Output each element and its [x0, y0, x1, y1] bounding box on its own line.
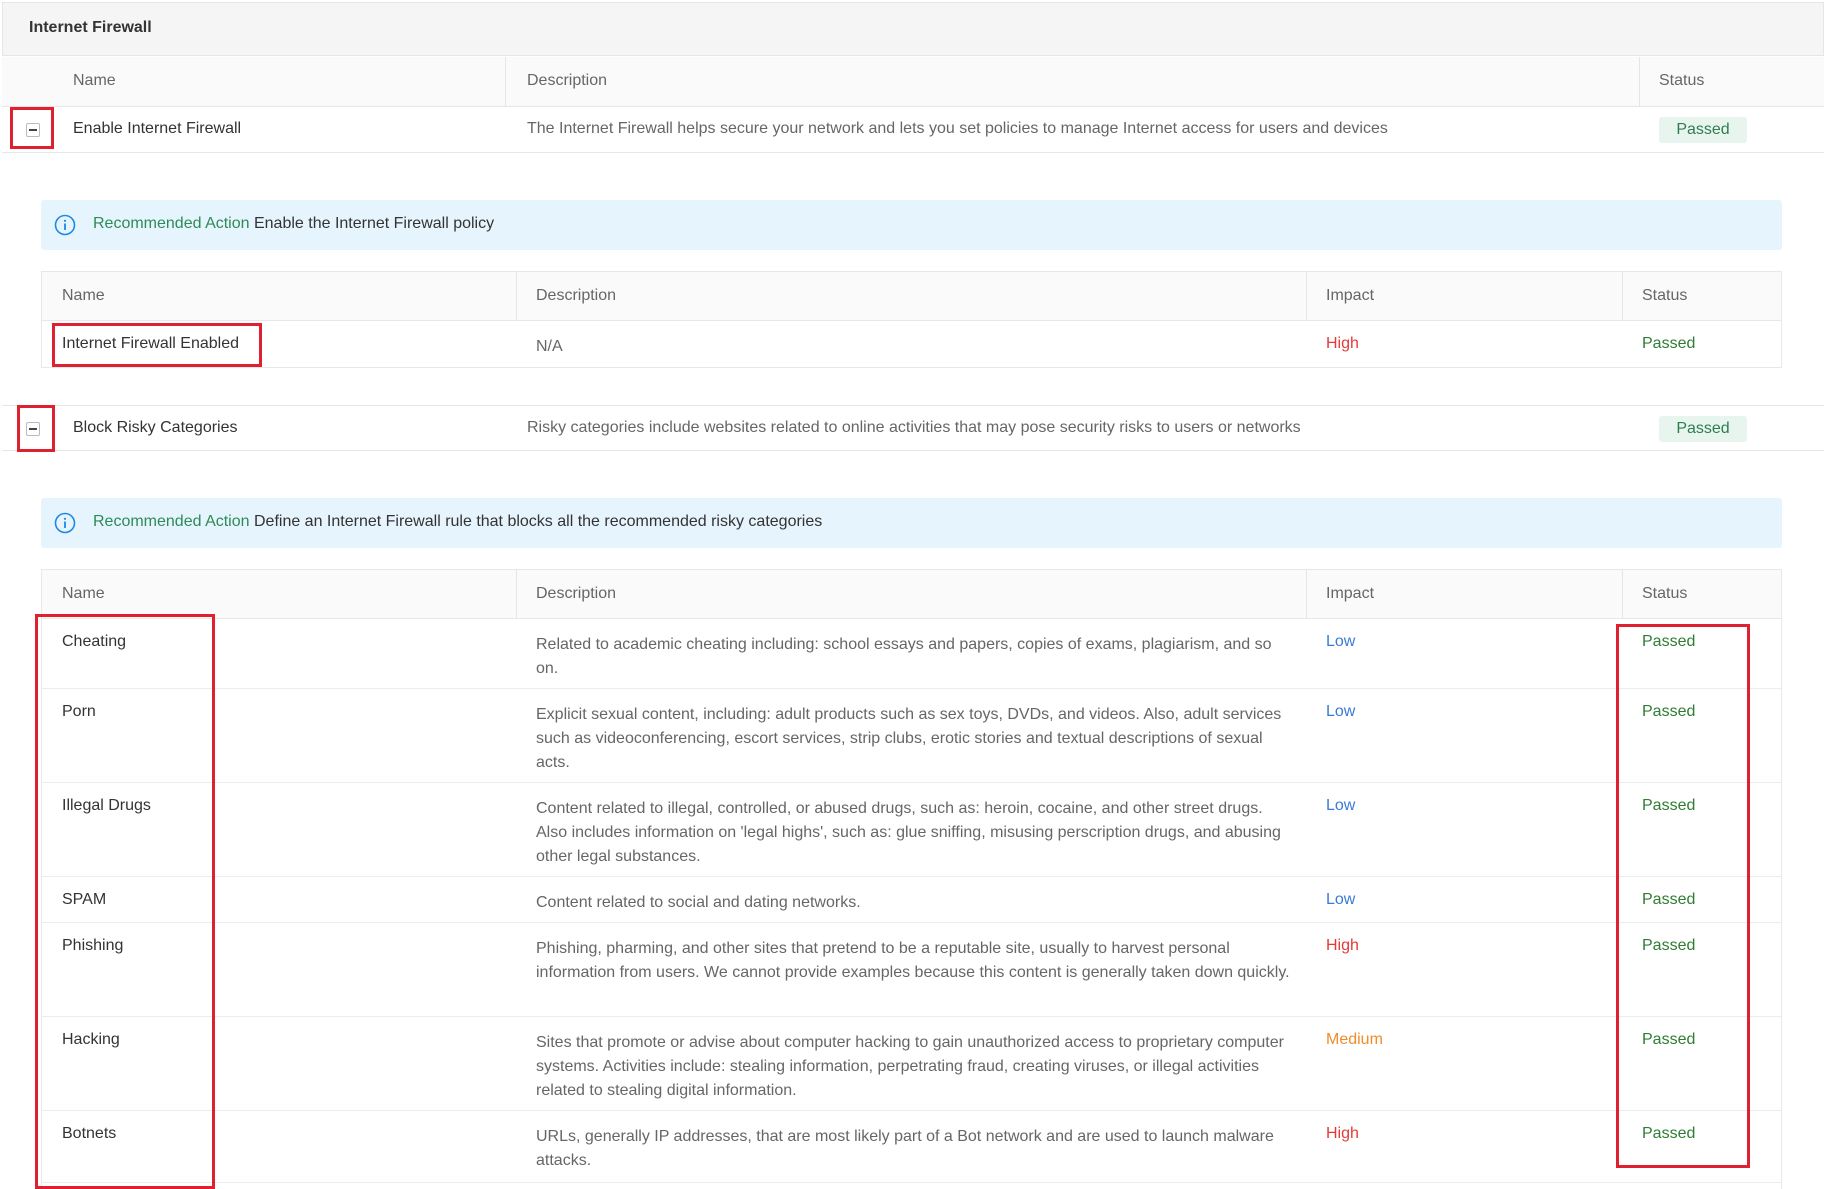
check-description: N/A: [536, 338, 563, 355]
category-impact: Low: [1326, 703, 1356, 720]
section-header: Internet Firewall: [2, 2, 1824, 56]
category-description: Related to academic cheating including: …: [536, 636, 1272, 677]
category-description: Sites that promote or advise about compu…: [536, 1034, 1284, 1099]
info-icon: [54, 214, 76, 236]
category-impact: Low: [1326, 891, 1356, 908]
category-status: Passed: [1642, 1031, 1696, 1048]
recommended-action-banner: Recommended Action Enable the Internet F…: [41, 200, 1782, 250]
header-name: Name: [62, 287, 105, 304]
policy-description: The Internet Firewall helps secure your …: [527, 120, 1388, 137]
table-row: Botnets URLs, generally IP addresses, th…: [42, 1111, 1781, 1183]
recommended-action-banner: Recommended Action Define an Internet Fi…: [41, 498, 1782, 548]
category-description: Content related to illegal, controlled, …: [536, 800, 1281, 865]
category-name: Porn: [62, 703, 96, 720]
policy-name: Block Risky Categories: [73, 419, 238, 436]
table-row: Illegal Drugs Content related to illegal…: [42, 783, 1781, 877]
outer-table-header: Name Description Status: [2, 57, 1824, 107]
column-divider: [516, 272, 517, 320]
header-description: Description: [536, 585, 617, 602]
category-impact: Medium: [1326, 1031, 1383, 1048]
section-title: Internet Firewall: [29, 19, 152, 36]
column-divider: [505, 57, 506, 106]
column-divider: [1639, 57, 1640, 106]
recommended-action-text: Enable the Internet Firewall policy: [253, 215, 495, 232]
column-divider: [516, 570, 517, 618]
header-name: Name: [73, 72, 116, 89]
inner-table-header: Name Description Impact Status: [42, 570, 1781, 619]
category-status: Passed: [1642, 891, 1696, 908]
table-row: Hacking Sites that promote or advise abo…: [42, 1017, 1781, 1111]
category-name: Cheating: [62, 633, 127, 650]
category-name: Phishing: [62, 937, 124, 954]
table-row: Internet Firewall Enabled N/A High Passe…: [42, 321, 1781, 367]
info-icon: [54, 512, 76, 534]
category-status: Passed: [1642, 703, 1696, 720]
category-impact: Low: [1326, 633, 1356, 650]
category-impact: High: [1326, 1125, 1359, 1142]
check-status: Passed: [1642, 335, 1696, 352]
category-status: Passed: [1642, 633, 1696, 650]
table-row: Porn Explicit sexual content, including:…: [42, 689, 1781, 783]
header-description: Description: [536, 287, 617, 304]
category-status: Passed: [1642, 797, 1696, 814]
category-status: Passed: [1642, 937, 1696, 954]
check-name: Internet Firewall Enabled: [62, 335, 239, 352]
table-row: SPAM Content related to social and datin…: [42, 877, 1781, 923]
category-description: Phishing, pharming, and other sites that…: [536, 940, 1290, 981]
recommended-action-label: Recommended Action: [93, 215, 250, 232]
firewall-checks-table: Name Description Impact Status Internet …: [41, 271, 1782, 368]
column-divider: [1306, 570, 1307, 618]
category-impact: Low: [1326, 797, 1356, 814]
column-divider: [1622, 272, 1623, 320]
header-status: Status: [1659, 72, 1705, 89]
header-impact: Impact: [1326, 585, 1375, 602]
policy-description: Risky categories include websites relate…: [527, 419, 1301, 436]
inner-table-header: Name Description Impact Status: [42, 272, 1781, 321]
category-impact: High: [1326, 937, 1359, 954]
column-divider: [1622, 570, 1623, 618]
header-impact: Impact: [1326, 287, 1375, 304]
header-name: Name: [62, 585, 105, 602]
category-name: Botnets: [62, 1125, 117, 1142]
policy-row-enable-firewall[interactable]: Enable Internet Firewall The Internet Fi…: [2, 107, 1824, 153]
table-row: Phishing Phishing, pharming, and other s…: [42, 923, 1781, 1017]
table-row: Cheating Related to academic cheating in…: [42, 619, 1781, 689]
policy-name: Enable Internet Firewall: [73, 120, 242, 137]
category-status: Passed: [1642, 1125, 1696, 1142]
category-description: Explicit sexual content, including: adul…: [536, 706, 1282, 771]
policy-row-block-risky-categories[interactable]: Block Risky Categories Risky categories …: [2, 405, 1824, 451]
header-status: Status: [1642, 585, 1688, 602]
page: Internet Firewall Name Description Statu…: [0, 0, 1826, 1189]
recommended-action-label: Recommended Action: [93, 513, 250, 530]
check-impact: High: [1326, 335, 1359, 352]
collapse-toggle-button[interactable]: [26, 123, 40, 137]
header-status: Status: [1642, 287, 1688, 304]
category-name: Hacking: [62, 1031, 120, 1048]
header-description: Description: [527, 72, 608, 89]
status-badge: Passed: [1659, 117, 1747, 143]
collapse-toggle-button[interactable]: [26, 422, 40, 436]
category-description: Content related to social and dating net…: [536, 894, 861, 911]
recommended-action-text: Define an Internet Firewall rule that bl…: [253, 513, 823, 530]
category-name: SPAM: [62, 891, 107, 908]
status-badge: Passed: [1659, 416, 1747, 442]
column-divider: [1306, 272, 1307, 320]
category-name: Illegal Drugs: [62, 797, 151, 814]
category-description: URLs, generally IP addresses, that are m…: [536, 1128, 1274, 1169]
risky-categories-table: Name Description Impact Status Cheating …: [41, 569, 1782, 1189]
